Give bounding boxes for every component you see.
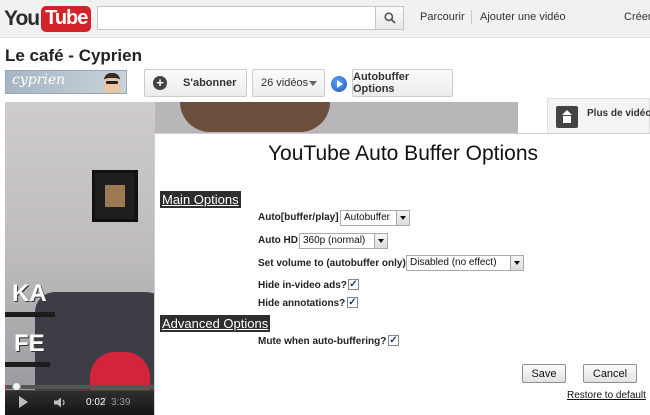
channel-videos-button[interactable]: 26 vidéos	[252, 69, 325, 97]
plus-icon: +	[153, 76, 167, 90]
auto-hd-label: Auto HD	[258, 235, 298, 246]
upload-video-link[interactable]: Ajouter une vidéo	[480, 11, 566, 23]
auto-hd-select[interactable]: 360p (normal)	[299, 233, 388, 249]
logo-text-you: You	[4, 7, 40, 30]
autobuffer-options-dialog: YouTube Auto Buffer Options Main Options…	[154, 133, 650, 415]
restore-defaults-link[interactable]: Restore to default	[567, 390, 646, 401]
search-button[interactable]	[375, 6, 404, 30]
dropdown-arrow-icon	[374, 234, 387, 248]
auto-hd-value: 360p (normal)	[303, 235, 366, 246]
autobuffer-options-button[interactable]: Autobuffer Options	[352, 69, 453, 97]
hide-annotations-label: Hide annotations?	[258, 298, 346, 309]
video-frame-letters-bottom: FE	[14, 330, 45, 357]
subscribe-label: S'abonner	[183, 77, 237, 89]
more-videos-label[interactable]: Plus de vidéos	[587, 108, 650, 119]
video-frame-shelf	[5, 312, 55, 317]
video-title: Le café - Cyprien	[5, 46, 142, 65]
youtube-logo[interactable]: You Tube	[4, 5, 92, 33]
play-button-icon[interactable]	[19, 396, 28, 408]
header-divider	[471, 10, 472, 24]
main-options-heading: Main Options	[160, 191, 241, 208]
search-input[interactable]	[97, 6, 376, 30]
save-button[interactable]: Save	[522, 364, 566, 383]
play-icon	[331, 76, 347, 92]
hide-annotations-checkbox[interactable]: ✓	[347, 297, 358, 308]
browse-link[interactable]: Parcourir	[420, 11, 465, 23]
search-icon	[383, 12, 396, 24]
hide-ads-checkbox[interactable]: ✓	[348, 279, 359, 290]
cancel-button[interactable]: Cancel	[583, 364, 637, 383]
auto-buffer-play-label: Auto[buffer/play]	[258, 212, 339, 223]
mute-checkbox[interactable]: ✓	[388, 335, 399, 346]
total-time: 3:39	[111, 397, 131, 408]
video-frame-letters-top: KA	[12, 280, 47, 307]
set-volume-value: Disabled (no effect)	[410, 257, 497, 268]
channel-signature: cyprien	[12, 72, 66, 88]
set-volume-label: Set volume to (autobuffer only):	[258, 258, 410, 269]
logo-text-tube: Tube	[41, 6, 92, 32]
dropdown-arrow-icon	[396, 211, 409, 225]
progress-fill	[5, 385, 7, 389]
progress-bar[interactable]	[5, 385, 155, 389]
video-frame-head	[180, 102, 330, 132]
channel-banner[interactable]: cyprien	[5, 70, 127, 94]
masthead: You Tube Parcourir Ajouter une vidéo Cré…	[0, 0, 650, 38]
video-frame-picture	[92, 170, 138, 222]
volume-icon[interactable]	[54, 397, 68, 408]
subscribe-button[interactable]: + S'abonner	[144, 69, 247, 97]
mute-label: Mute when auto-buffering?	[258, 336, 387, 347]
chevron-down-icon	[309, 81, 317, 86]
dialog-title: YouTube Auto Buffer Options	[267, 142, 539, 165]
create-account-link[interactable]: Créer	[624, 11, 650, 23]
auto-buffer-play-select[interactable]: Autobuffer	[340, 210, 410, 226]
set-volume-select[interactable]: Disabled (no effect)	[406, 255, 524, 271]
video-frame-shelf	[5, 362, 50, 367]
auto-buffer-play-value: Autobuffer	[344, 212, 390, 223]
dropdown-arrow-icon	[510, 256, 523, 270]
advanced-options-heading: Advanced Options	[160, 315, 271, 332]
hide-ads-label: Hide in-video ads?	[258, 280, 347, 291]
time-separator: /	[103, 397, 106, 408]
videos-count-label: 26 vidéos	[261, 77, 309, 89]
channel-avatar	[104, 73, 120, 93]
upload-arrow-icon	[556, 106, 578, 128]
